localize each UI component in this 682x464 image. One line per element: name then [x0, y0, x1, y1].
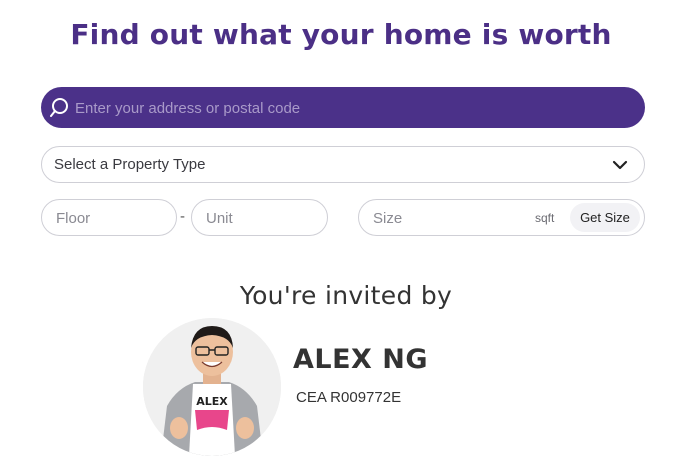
get-size-button[interactable]: Get Size — [570, 203, 640, 232]
agent-name: ALEX NG — [293, 344, 429, 375]
unit-field[interactable] — [191, 199, 328, 237]
invited-heading: You're invited by — [239, 281, 453, 310]
shirt-text: ALEX — [196, 395, 228, 408]
floor-input[interactable] — [54, 200, 168, 237]
size-input[interactable] — [371, 200, 525, 237]
size-unit-label: sqft — [535, 211, 555, 225]
agent-photo: ALEX — [143, 318, 281, 456]
address-search-bar[interactable] — [41, 87, 645, 130]
floor-field[interactable] — [41, 199, 177, 237]
floor-unit-separator: - — [180, 208, 185, 225]
agent-avatar: ALEX — [143, 318, 281, 456]
property-type-select[interactable]: Select a Property Type — [41, 146, 645, 183]
unit-input[interactable] — [204, 200, 318, 237]
size-field[interactable]: sqft Get Size — [358, 199, 645, 237]
chevron-down-icon — [612, 158, 628, 176]
agent-cea-number: CEA R009772E — [296, 389, 402, 406]
property-type-value: Select a Property Type — [54, 156, 206, 173]
page-title: Find out what your home is worth — [70, 18, 612, 51]
search-icon — [50, 96, 72, 123]
address-input[interactable] — [73, 87, 637, 130]
